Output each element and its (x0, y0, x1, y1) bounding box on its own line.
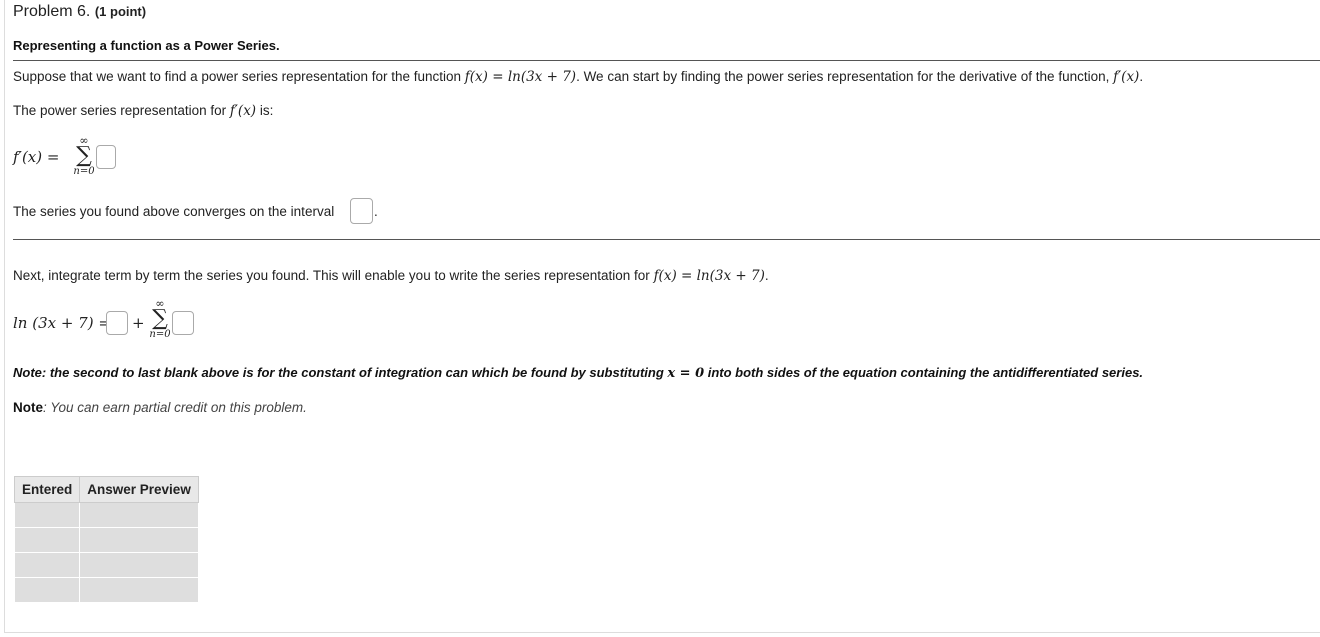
prompt-math: f′(x) (229, 103, 257, 119)
table-row (13, 577, 200, 603)
note1-math: x = 0 (667, 366, 705, 381)
divider-middle (13, 239, 1320, 240)
derivative-prompt: The power series representation for f′(x… (13, 103, 273, 119)
integral-lhs: ln (3x + 7) = (13, 314, 111, 332)
table-header-row: Entered Answer Preview (13, 476, 200, 503)
points-label: (1 point) (94, 4, 147, 19)
integral-series-answer-input[interactable] (172, 311, 194, 335)
entered-header: Entered (13, 476, 81, 503)
integrate-paragraph: Next, integrate term by term the series … (13, 268, 769, 284)
intro-text-after: . We can start by finding the power seri… (576, 69, 1114, 84)
entered-cell (13, 502, 81, 528)
intro-function-math: f(x) = ln(3x + 7) (464, 69, 577, 85)
integral-sum: ∞ ∑ n=0 (146, 298, 174, 340)
sum2-lower-limit: n=0 (149, 329, 171, 340)
entered-cell (13, 552, 81, 578)
interval-end: . (374, 204, 378, 219)
intro-end: . (1139, 69, 1144, 84)
problem-subtitle: Representing a function as a Power Serie… (13, 38, 280, 53)
problem-page: Problem 6. (1 point) Representing a func… (0, 0, 1320, 637)
preview-cell (79, 552, 200, 578)
problem-frame (4, 0, 1320, 633)
note2-text: : You can earn partial credit on this pr… (43, 400, 307, 415)
note1-after: into both sides of the equation containi… (704, 365, 1144, 380)
derivative-sum: ∞ ∑ n=0 (70, 135, 98, 177)
integrate-end: . (764, 268, 769, 283)
constant-answer-input[interactable] (106, 311, 128, 335)
sum-lower-limit: n=0 (73, 166, 95, 177)
intro-paragraph: Suppose that we want to find a power ser… (13, 69, 1143, 85)
interval-answer-input[interactable] (350, 198, 373, 224)
derivative-series-answer-input[interactable] (96, 145, 116, 169)
entered-cell (13, 527, 81, 553)
problem-title: Problem 6. (1 point) (13, 3, 146, 21)
answer-preview-table: Entered Answer Preview (13, 476, 200, 603)
plus-sign: + (132, 314, 145, 332)
divider-top (13, 60, 1320, 61)
intro-text-before: Suppose that we want to find a power ser… (13, 69, 465, 84)
partial-credit-note: Note: You can earn partial credit on thi… (13, 400, 307, 415)
constant-note: Note: the second to last blank above is … (13, 365, 1143, 381)
entered-cell (13, 577, 81, 603)
problem-label: Problem 6. (13, 3, 91, 20)
note1-before: Note: the second to last blank above is … (13, 365, 668, 380)
table-row (13, 552, 200, 578)
prompt-before: The power series representation for (13, 103, 230, 118)
prompt-after: is: (256, 103, 274, 118)
interval-prompt: The series you found above converges on … (13, 204, 335, 219)
answer-preview-header: Answer Preview (79, 476, 200, 503)
integrate-math: f(x) = ln(3x + 7) (653, 268, 765, 284)
table-row (13, 502, 200, 528)
sigma2-symbol: ∑ (152, 306, 168, 331)
derivative-lhs: f′(x) = (13, 148, 60, 166)
preview-cell (79, 527, 200, 553)
intro-derivative-math: f′(x) (1113, 69, 1140, 85)
integrate-text-before: Next, integrate term by term the series … (13, 268, 654, 283)
preview-cell (79, 577, 200, 603)
table-row (13, 527, 200, 553)
note2-label: Note (13, 400, 43, 415)
preview-cell (79, 502, 200, 528)
sigma-symbol: ∑ (76, 143, 92, 168)
